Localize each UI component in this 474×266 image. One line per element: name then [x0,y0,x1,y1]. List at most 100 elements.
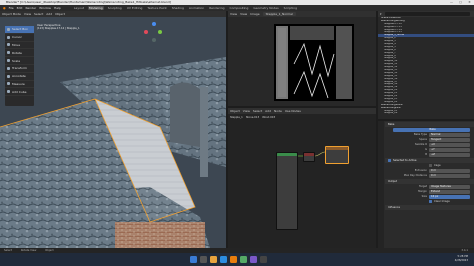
property-value[interactable]: +Z [429,152,470,157]
property-label: G [424,148,427,151]
cage-label: Cage [434,164,441,167]
file-explorer-icon[interactable] [210,256,217,263]
mode-select[interactable]: Object Mode [2,12,21,16]
margin-type-select[interactable]: Extend [429,189,470,194]
status-select-hint: Select [4,249,13,252]
blender-logo-icon[interactable]: ● [3,6,6,10]
tab-scripting[interactable]: Scripting [283,6,298,10]
menu-object[interactable]: Object [55,12,65,16]
menu-window[interactable]: Window [39,6,51,10]
cage-checkbox[interactable] [429,164,432,167]
gizmo-x-icon[interactable] [144,30,148,34]
tool-move[interactable]: Move [5,42,34,50]
status-object-hint: Object [45,249,54,252]
tab-rendering[interactable]: Rendering [208,6,225,10]
tab-modeling[interactable]: Modeling [88,6,104,10]
move-icon [7,43,10,47]
menu-edit[interactable]: Edit [17,6,23,10]
outliner-tree: Scene Collection WainscotingSkirting Stepp… [378,17,474,115]
tab-geometry-nodes[interactable]: Geometry Nodes [252,6,279,10]
tab-compositing[interactable]: Compositing [229,6,250,10]
tab-animation[interactable]: Animation [188,6,205,10]
tool-select-box[interactable]: Select Box [5,26,34,34]
property-label: B [425,153,427,156]
image-editor-header: View View Image Stepple_1_Normal [228,11,376,17]
property-value[interactable]: Tangent [429,137,470,142]
menu-file[interactable]: File [9,6,14,10]
cursor-icon [7,35,10,39]
size-field[interactable]: 16 px [429,194,470,199]
gizmo-y-icon[interactable] [158,30,162,34]
menu-add[interactable]: Add [46,12,52,16]
node-links [297,151,326,157]
image-menu-view[interactable]: View [240,12,247,16]
rotate-icon [7,51,10,55]
annotate-icon [7,74,10,78]
menu-help[interactable]: Help [54,6,61,10]
outliner-filter-icon[interactable]: ▾ [380,12,382,16]
tool-scale[interactable]: Scale [5,57,34,65]
select-box-icon [7,27,10,31]
selected-to-active-checkbox[interactable] [388,159,391,162]
extrusion-field[interactable]: 0 m [429,168,470,173]
shader-node-editor[interactable]: Object View Select Add Node Use Nodes St… [228,108,376,248]
tab-uv-editing[interactable]: UV Editing [126,6,144,10]
chrome-icon[interactable] [240,256,247,263]
start-icon[interactable] [190,256,197,263]
tab-layout[interactable]: Layout [73,6,85,10]
outliner-search-input[interactable] [384,12,470,16]
menu-select[interactable]: Select [34,12,43,16]
tool-rotate[interactable]: Rotate [5,49,34,58]
outliner[interactable]: ▾ Scene Collection WainscotingSkirting Ste… [378,11,474,119]
property-label: Space [419,138,427,141]
bake-settings: Bake Type Normal Space Tangent Swizzle R +X G +… [385,132,474,157]
property-label: Bake Type [413,133,427,136]
property-value[interactable]: +Y [429,147,470,152]
search-icon[interactable] [200,256,207,263]
bake-button[interactable]: Bake [393,127,470,132]
blender-icon[interactable] [230,256,237,263]
app-icon[interactable] [250,256,257,263]
store-icon[interactable] [260,256,267,263]
tool-transform[interactable]: Transform [5,65,34,73]
gizmo-neg-icon[interactable] [152,38,156,42]
max-ray-field[interactable]: 0 m [429,173,470,178]
viewport-overlay-object: (113) Stepples.17.12 | Stepple_1 [37,27,80,30]
tool-panel: Select Box Cursor Move Rotate Scale Tran… [5,26,34,106]
tab-texture-paint[interactable]: Texture Paint [146,6,167,10]
margin-label: Margin [418,190,427,193]
windows-taskbar: 5:28 PM 4/28/2023 [0,253,474,266]
tab-sculpting[interactable]: Sculpting [107,6,123,10]
influence-section-header[interactable]: Influence [385,205,474,210]
tool-annotate[interactable]: Annotate [5,73,34,81]
property-value[interactable]: Normal [429,132,470,137]
menu-view[interactable]: View [24,12,31,16]
window-title: Blender* [C:\Users\user_\Desktop\Blender… [6,0,171,4]
target-select[interactable]: Image Textures [429,184,470,189]
cube-icon [7,90,10,94]
system-clock[interactable]: 5:28 PM 4/28/2023 [455,255,468,263]
edge-icon[interactable] [220,256,227,263]
image-editor-mode[interactable]: View [230,12,237,16]
menu-render[interactable]: Render [25,6,36,10]
properties-editor[interactable]: Bake Bake Bake Type Normal Space Tangent Swi… [378,121,474,248]
image-menu-image[interactable]: Image [250,12,259,16]
tool-measure[interactable]: Measure [5,81,34,89]
scale-icon [7,59,10,63]
properties-tab-strip[interactable] [378,121,384,248]
baked-image-canvas[interactable] [274,24,354,101]
image-name-field[interactable]: Stepple_1_Normal [262,12,296,16]
transform-icon [7,66,10,70]
measure-icon [7,82,10,86]
tab-shading[interactable]: Shading [171,6,185,10]
property-label: Swizzle R [414,143,427,146]
clear-image-checkbox[interactable] [429,200,432,203]
outliner-item[interactable]: Stepple_26 [378,112,474,115]
navigation-gizmo[interactable] [144,22,164,44]
tool-cursor[interactable]: Cursor [5,34,34,42]
max-ray-label: Max Ray Distance [403,174,427,177]
size-label: Size [421,195,427,198]
property-value[interactable]: +X [429,142,470,147]
tool-add-cube[interactable]: Add Cube [5,88,34,97]
gizmo-z-icon[interactable] [152,22,156,26]
